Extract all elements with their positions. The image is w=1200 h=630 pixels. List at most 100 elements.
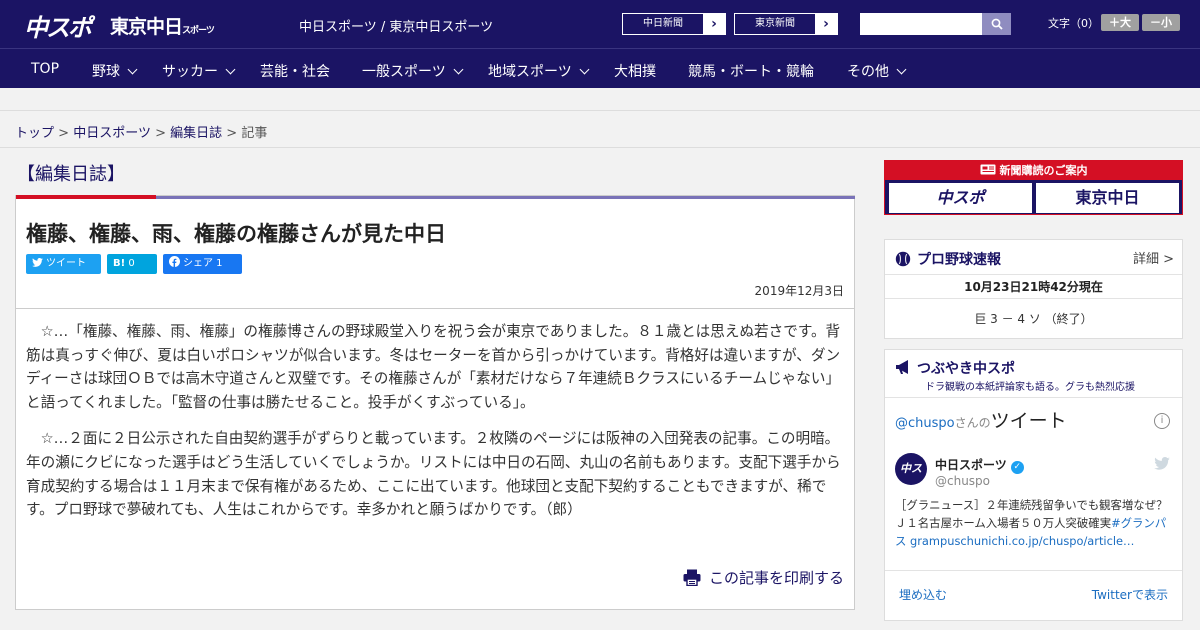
tokyo-logo-main: 東京中日 (110, 16, 183, 38)
title-accent-blue (156, 196, 855, 199)
nav-general-sports[interactable]: 一般スポーツ (362, 61, 464, 81)
nav-label: 一般スポーツ (362, 64, 446, 80)
chuspo-logo[interactable]: 中スポ (24, 8, 92, 43)
info-icon[interactable]: i (1154, 413, 1170, 429)
nav-other[interactable]: その他 (847, 61, 907, 81)
twitter-panel-title-text: つぶやき中スポ (917, 361, 1015, 377)
article-paragraph: ☆…「権藤、権藤、雨、権藤」の権藤博さんの野球殿堂入りを祝う会が東京でありました… (26, 323, 841, 411)
print-article-link[interactable]: この記事を印刷する (683, 567, 844, 588)
chevron-down-icon (127, 64, 138, 75)
view-on-twitter-link[interactable]: Twitterで表示 (1092, 586, 1168, 603)
nav-soccer[interactable]: サッカー (162, 61, 236, 81)
baseball-panel-title-text: プロ野球速報 (917, 252, 1001, 268)
search-button[interactable] (982, 13, 1011, 35)
handle-suffix: さんの (954, 416, 991, 430)
tweet-button[interactable]: ツイート (26, 254, 101, 274)
article-card: 権藤、権藤、雨、権藤の権藤さんが見た中日 ツイート B! 0 シェア 1 201… (15, 195, 855, 610)
avatar[interactable]: 中スポ (895, 453, 927, 507)
article-paragraph: ☆…２面に２日公示された自由契約選手がずらりと載っています。２枚隣のページには阪… (26, 430, 841, 519)
tweet-text: ［グラニュース］２年連続残留争いでも観客増なぜ？ Ｊ１名古屋ホーム入場者５０万人… (895, 496, 1175, 550)
breadcrumb: トップ > 中日スポーツ > 編集日誌 > 記事 (15, 122, 267, 141)
nav-local-sports[interactable]: 地域スポーツ (488, 61, 590, 81)
embed-link[interactable]: 埋め込む (899, 586, 947, 603)
baseball-icon (895, 251, 911, 267)
baseball-score-panel: プロ野球速報 詳細 > 10月23日21時42分現在 巨 3 － 4 ソ （終了… (884, 239, 1183, 339)
subscription-header: 新聞購読のご案内 (885, 161, 1182, 180)
nav-top[interactable]: TOP (31, 61, 59, 77)
chevron-down-icon (453, 64, 464, 75)
title-accent-red (16, 195, 156, 199)
twitter-panel-title: つぶやき中スポ (895, 358, 1015, 378)
print-label: この記事を印刷する (708, 569, 844, 587)
main-nav: TOP 野球 サッカー 芸能・社会 一般スポーツ 地域スポーツ 大相撲 競馬・ボ… (0, 48, 1200, 88)
site-links[interactable]: 中日スポーツ / 東京中日スポーツ (299, 16, 493, 35)
megaphone-icon (896, 360, 908, 374)
baseball-details-link[interactable]: 詳細 > (1133, 248, 1174, 267)
account-name-text: 中日スポーツ (935, 458, 1007, 472)
nav-label: 大相撲 (614, 64, 656, 80)
twitter-bird-icon[interactable] (1154, 455, 1170, 474)
chunichi-shimbun-label: 中日新聞 (623, 14, 703, 34)
search-icon (991, 18, 1003, 30)
divider (885, 397, 1182, 398)
breadcrumb-separator: > (155, 126, 166, 141)
printer-icon (683, 569, 701, 586)
facebook-share-label: シェア 1 (183, 258, 223, 269)
nav-entertainment[interactable]: 芸能・社会 (260, 61, 330, 81)
chevron-down-icon (579, 64, 590, 75)
search-input[interactable] (860, 13, 982, 35)
hatena-count: 0 (128, 258, 135, 269)
chunichi-shimbun-button[interactable]: 中日新聞 › (622, 13, 726, 35)
breadcrumb-editorial-diary[interactable]: 編集日誌 (170, 126, 222, 141)
hatena-b-icon: B! (113, 258, 126, 269)
twitter-handle-link[interactable]: @chuspo (895, 416, 955, 431)
top-header: 中スポ 東京中日スポーツ 中日スポーツ / 東京中日スポーツ 中日新聞 › 東京… (0, 0, 1200, 48)
nav-racing[interactable]: 競馬・ボート・競輪 (688, 61, 814, 81)
breadcrumb-current: 記事 (241, 126, 268, 141)
nav-label: 芸能・社会 (260, 64, 330, 80)
category-title: 【編集日誌】 (17, 164, 125, 185)
nav-label: 競馬・ボート・競輪 (688, 64, 814, 80)
nav-label: サッカー (162, 64, 218, 80)
font-size-label: 文字（0） (1048, 17, 1099, 30)
newspaper-icon (980, 164, 995, 175)
breadcrumb-separator: > (58, 126, 70, 141)
font-smaller-button[interactable]: －小 (1142, 14, 1180, 31)
chevron-right-icon: › (703, 14, 725, 34)
breadcrumb-top[interactable]: トップ (15, 126, 54, 141)
subscription-title: 新聞購読のご案内 (999, 164, 1088, 177)
baseball-panel-title: プロ野球速報 (895, 249, 1001, 269)
font-larger-button[interactable]: ＋大 (1101, 14, 1139, 31)
nav-label: 地域スポーツ (488, 64, 572, 80)
game-score[interactable]: 巨 3 － 4 ソ （終了） (885, 310, 1182, 327)
facebook-share-button[interactable]: シェア 1 (163, 254, 242, 274)
twitter-bird-icon (32, 258, 43, 267)
tokyo-logo-sub: スポーツ (182, 26, 215, 36)
score-timestamp: 10月23日21時42分現在 (885, 274, 1182, 299)
tokyo-chunichi-logo[interactable]: 東京中日スポーツ (110, 12, 215, 39)
nav-label: その他 (847, 64, 889, 80)
twitter-panel: つぶやき中スポ ドラ観戦の本紙評論家も語る。グラも熱烈応援 @chuspoさんの… (884, 349, 1183, 621)
facebook-icon (169, 256, 180, 267)
article-body: ☆…「権藤、権藤、雨、権藤」の権藤博さんの野球殿堂入りを祝う会が東京でありました… (26, 320, 846, 535)
tweet-account-handle[interactable]: @chuspo (935, 474, 990, 488)
hatena-bookmark-button[interactable]: B! 0 (107, 254, 157, 274)
nav-baseball[interactable]: 野球 (92, 61, 138, 81)
chevron-down-icon (225, 64, 236, 75)
subscription-banner[interactable]: 新聞購読のご案内 中スポ 東京中日 (884, 160, 1183, 215)
twitter-panel-subtitle: ドラ観戦の本紙評論家も語る。グラも熱烈応援 (925, 382, 1135, 393)
nav-label: 野球 (92, 64, 120, 80)
tokyo-shimbun-button[interactable]: 東京新聞 › (734, 13, 838, 35)
breadcrumb-chunichi-sports[interactable]: 中日スポーツ (73, 126, 151, 141)
chevron-down-icon (896, 64, 907, 75)
tweet-label: ツイート (46, 258, 86, 269)
nav-sumo[interactable]: 大相撲 (614, 61, 656, 81)
tokyo-chunichi-subscription-logo[interactable]: 東京中日 (1036, 183, 1179, 213)
breadcrumb-bar: トップ > 中日スポーツ > 編集日誌 > 記事 (0, 110, 1200, 148)
article-date: 2019年12月3日 (754, 284, 844, 298)
chuspo-subscription-logo[interactable]: 中スポ (889, 183, 1032, 213)
chevron-right-icon: › (815, 14, 837, 34)
divider (16, 308, 854, 309)
tweet-account-name[interactable]: 中日スポーツ ✓ (935, 456, 1024, 474)
article-title: 権藤、権藤、雨、権藤の権藤さんが見た中日 (26, 222, 446, 246)
